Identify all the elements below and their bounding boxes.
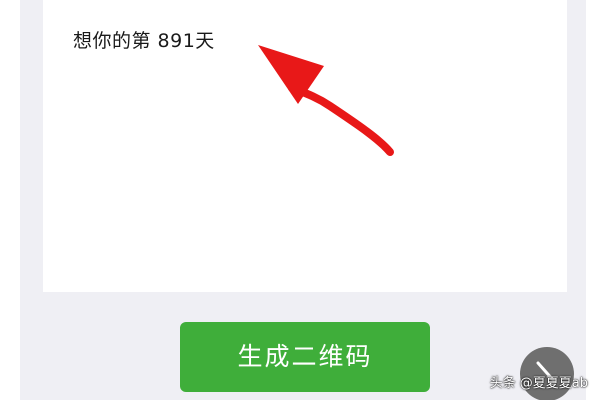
generate-qr-code-button[interactable]: 生成二维码 [180,322,430,392]
app-page: 想你的第 891天 生成二维码 [20,0,586,400]
message-text: 想你的第 891天 [73,30,215,52]
screenshot: 想你的第 891天 生成二维码 头条 @夏夏夏ab [0,0,600,400]
text-preview-card[interactable]: 想你的第 891天 [43,0,567,292]
watermark-text: 头条 @夏夏夏ab [489,376,588,391]
